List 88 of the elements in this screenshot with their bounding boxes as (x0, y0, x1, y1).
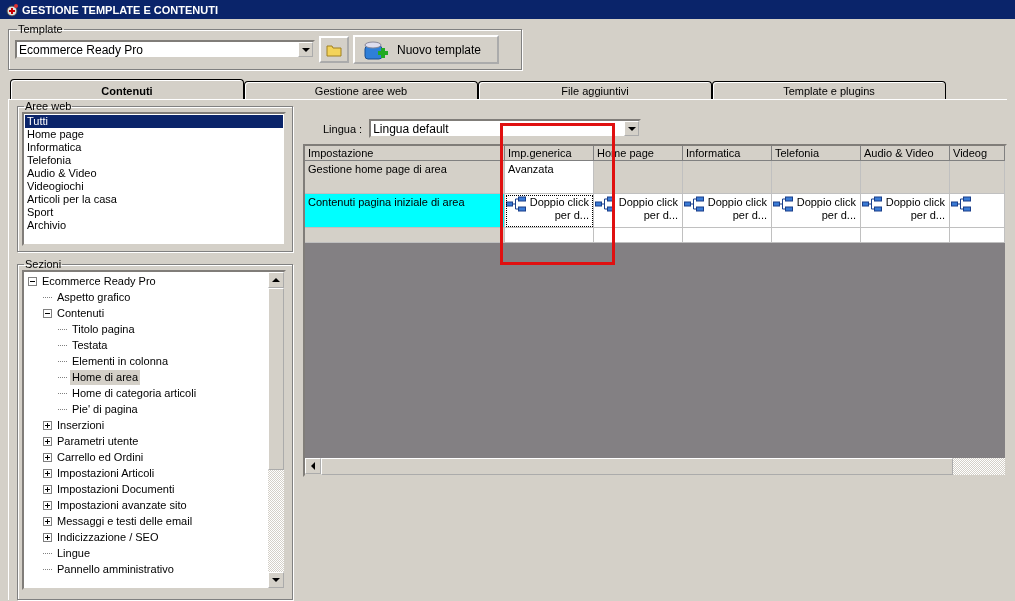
tab[interactable]: Gestione aree web (244, 81, 478, 99)
list-item[interactable]: Audio & Video (25, 167, 283, 180)
table-cell[interactable] (505, 228, 594, 243)
cell-text: Doppio click per d... (884, 196, 945, 222)
hierarchy-icon (684, 196, 704, 212)
tree-item[interactable]: Elementi in colonna (70, 353, 170, 369)
table-cell[interactable]: Doppio click per d... (505, 194, 594, 228)
tree-item[interactable]: Impostazioni avanzate sito (55, 497, 189, 513)
expand-toggle-icon[interactable] (43, 420, 52, 430)
column-header[interactable]: Imp.generica (505, 146, 594, 161)
table-cell[interactable] (594, 228, 683, 243)
vertical-scrollbar[interactable] (268, 272, 284, 588)
table-cell[interactable]: Doppio click per d... (594, 194, 683, 228)
group-label: Sezioni (24, 258, 63, 270)
tab[interactable]: Contenuti (10, 79, 244, 99)
list-item[interactable]: Telefonia (25, 154, 283, 167)
row-label-cell[interactable] (305, 228, 505, 243)
table-cell[interactable] (950, 228, 1005, 243)
language-dropdown[interactable]: Lingua default (369, 119, 642, 138)
tree-item[interactable]: Impostazioni Articoli (55, 465, 157, 481)
list-item[interactable]: Sport (25, 206, 283, 219)
expand-toggle-icon[interactable] (43, 308, 52, 318)
group-label: Template (17, 23, 64, 35)
window-title: GESTIONE TEMPLATE E CONTENUTI (22, 3, 218, 16)
app-icon (5, 2, 19, 17)
row-label-cell[interactable]: Contenuti pagina iniziale di area (305, 194, 505, 228)
list-item[interactable]: Articoli per la casa (25, 193, 283, 206)
tree-item[interactable]: Parametri utente (55, 433, 141, 449)
column-header[interactable]: Telefonia (772, 146, 861, 161)
cell-text: Doppio click per d... (795, 196, 856, 222)
tab[interactable]: File aggiuntivi (478, 81, 712, 99)
column-header[interactable]: Informatica (683, 146, 772, 161)
expand-toggle-icon[interactable] (43, 468, 52, 478)
table-cell[interactable] (861, 228, 950, 243)
tree-item[interactable]: Aspetto grafico (55, 289, 133, 305)
list-item[interactable]: Videogiochi (25, 180, 283, 193)
cell-text: Doppio click per d... (706, 196, 767, 222)
expand-toggle-icon[interactable] (43, 436, 52, 446)
tree-item[interactable]: Carrello ed Ordini (55, 449, 146, 465)
table-cell[interactable]: Doppio click per d... (683, 194, 772, 228)
hierarchy-icon (951, 196, 971, 212)
table-cell[interactable] (683, 228, 772, 243)
list-item[interactable]: Home page (25, 128, 283, 141)
tree-item[interactable]: Titolo pagina (70, 321, 137, 337)
column-header[interactable]: Videog (950, 146, 1005, 161)
cell-text: Doppio click per d... (528, 196, 589, 222)
language-label: Lingua : (323, 122, 363, 135)
tree-item[interactable]: Testata (70, 337, 110, 353)
table-cell[interactable]: Doppio click per d... (861, 194, 950, 228)
tree-item[interactable]: Inserzioni (55, 417, 107, 433)
group-label: Aree web (24, 100, 73, 112)
hierarchy-icon (595, 196, 615, 212)
expand-toggle-icon[interactable] (28, 276, 37, 286)
box-plus-icon (363, 38, 389, 61)
tree-item[interactable]: Messaggi e testi delle email (55, 513, 195, 529)
tree-item[interactable]: Home di categoria articoli (70, 385, 199, 401)
table-cell[interactable] (950, 194, 1005, 228)
tree-item[interactable]: Ecommerce Ready Pro (40, 273, 158, 289)
folder-icon (326, 42, 342, 57)
tree-item[interactable]: Impostazioni Documenti (55, 481, 177, 497)
tree-item[interactable]: Lingue (55, 545, 93, 561)
tree-item[interactable]: Home di area (70, 369, 141, 385)
tree-item[interactable]: Pie' di pagina (70, 401, 140, 417)
expand-toggle-icon[interactable] (43, 484, 52, 494)
expand-toggle-icon[interactable] (43, 452, 52, 462)
list-item[interactable]: Archivio (25, 219, 283, 232)
expand-toggle-icon[interactable] (43, 516, 52, 526)
row-label-cell[interactable]: Gestione home page di area (305, 161, 505, 194)
table-cell[interactable]: Doppio click per d... (772, 194, 861, 228)
new-template-button[interactable]: Nuovo template (353, 35, 499, 64)
list-item[interactable]: Tutti (25, 115, 283, 128)
cell-text: Doppio click per d... (617, 196, 678, 222)
list-item[interactable]: Informatica (25, 141, 283, 154)
table-cell[interactable] (772, 228, 861, 243)
column-header[interactable]: Audio & Video (861, 146, 950, 161)
tree-item[interactable]: Indicizzazione / SEO (55, 529, 161, 545)
table-cell[interactable]: Avanzata (505, 161, 594, 194)
hierarchy-icon (506, 196, 526, 212)
tree-item[interactable]: Pannello amministrativo (55, 561, 176, 577)
column-header[interactable]: Impostazione (305, 146, 505, 161)
expand-toggle-icon[interactable] (43, 500, 52, 510)
tree-item[interactable]: Contenuti (55, 305, 107, 321)
expand-toggle-icon[interactable] (43, 532, 52, 542)
hierarchy-icon (773, 196, 793, 212)
tab[interactable]: Template e plugins (712, 81, 946, 99)
template-dropdown[interactable]: Ecommerce Ready Pro (15, 40, 315, 59)
hierarchy-icon (862, 196, 882, 212)
horizontal-scrollbar[interactable] (305, 458, 1005, 475)
